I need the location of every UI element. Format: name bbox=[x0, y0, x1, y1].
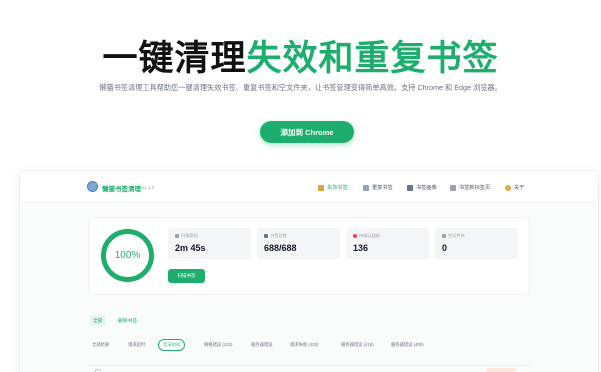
cat-icon bbox=[505, 184, 511, 191]
nav-label: 关于 bbox=[514, 185, 525, 191]
scan-summary-panel: 100% 扫描用时 2m 45s 书签总数 688/688 待确认链接 136 … bbox=[88, 217, 530, 295]
app-version: v1.4.0 bbox=[142, 185, 155, 190]
heart-icon bbox=[353, 234, 357, 238]
scan-bookmarks-button[interactable]: 扫描书签 bbox=[168, 269, 205, 283]
tab-all[interactable]: 全部 bbox=[90, 315, 106, 326]
filter-server-error-418[interactable]: 服务器错误 (418) bbox=[341, 339, 374, 351]
stat-total-bookmarks: 书签总数 688/688 bbox=[257, 228, 340, 259]
nav-about[interactable]: 关于 bbox=[505, 183, 524, 192]
tab-delete-bookmarks[interactable]: 删除书签 bbox=[118, 317, 137, 324]
app-topbar: 懒猫书签清理 v1.4.0 失效书签 重复书签 书签画像 书签新标签页 关于 bbox=[20, 171, 598, 203]
stat-value: 688/688 bbox=[264, 243, 297, 253]
stat-scan-time: 扫描用时 2m 45s bbox=[168, 228, 251, 259]
stat-empty-folders: 空文件夹 0 bbox=[435, 228, 518, 259]
nav-bookmark-profile[interactable]: 书签画像 bbox=[407, 183, 437, 192]
filter-unreachable[interactable]: 无法访问 bbox=[158, 339, 186, 351]
nav-new-tab[interactable]: 书签新标签页 bbox=[450, 183, 490, 192]
nav-invalid-bookmarks[interactable]: 失效书签 bbox=[318, 183, 348, 192]
progress-value: 100% bbox=[114, 250, 141, 261]
stat-label: 书签总数 bbox=[270, 233, 287, 238]
app-preview: 懒猫书签清理 v1.4.0 失效书签 重复书签 书签画像 书签新标签页 关于 1… bbox=[19, 170, 599, 372]
filter-all-results[interactable]: 全部结果 bbox=[92, 339, 109, 351]
stat-label: 空文件夹 bbox=[448, 233, 465, 238]
nav-label: 失效书签 bbox=[327, 185, 348, 191]
stat-label: 扫描用时 bbox=[181, 233, 198, 238]
bookmark-icon bbox=[264, 234, 268, 238]
nav-duplicate-bookmarks[interactable]: 重复书签 bbox=[363, 183, 393, 192]
hero-subtitle: 懒猫书签清理工具帮助您一键清理失效书签、重复书签和空文件夹，让书签管理变得简单高… bbox=[99, 83, 502, 92]
progress-ring: 100% bbox=[101, 229, 154, 282]
nav-label: 书签画像 bbox=[416, 185, 437, 191]
filter-timeout[interactable]: 请求超时 bbox=[128, 339, 145, 351]
stat-value: 136 bbox=[353, 243, 369, 253]
nav-label: 重复书签 bbox=[372, 185, 393, 191]
stat-label: 待确认链接 bbox=[359, 233, 380, 238]
filter-server-error[interactable]: 服务器错误 bbox=[251, 339, 272, 351]
folder-icon bbox=[442, 234, 446, 238]
nav-label: 书签新标签页 bbox=[459, 185, 491, 191]
filter-server-error-400[interactable]: 服务器错误 (400) bbox=[391, 339, 424, 351]
stat-value: 2m 45s bbox=[175, 243, 206, 253]
cat-logo-icon bbox=[87, 181, 98, 192]
add-to-chrome-button[interactable]: 添加到 Chrome bbox=[260, 121, 354, 143]
stat-pending-links: 待确认链接 136 bbox=[346, 228, 429, 259]
stat-value: 0 bbox=[442, 243, 448, 253]
hero-title-green: 失效和重复书签 bbox=[246, 39, 499, 79]
new-tab-icon bbox=[450, 184, 456, 191]
app-name: 懒猫书签清理 bbox=[102, 186, 141, 193]
broom-icon bbox=[318, 184, 324, 191]
clock-icon bbox=[175, 234, 179, 238]
status-badge bbox=[486, 368, 516, 372]
divider bbox=[88, 365, 530, 366]
bar-chart-icon bbox=[407, 184, 413, 191]
hero-title: 一键清理失效和重复书签 bbox=[0, 30, 601, 81]
filter-request-failed[interactable]: 请求失败 (403) bbox=[290, 339, 318, 351]
duplicate-icon bbox=[363, 184, 369, 191]
hero-title-dark: 一键清理 bbox=[102, 39, 247, 79]
filter-network-error[interactable]: 网络错误 (102) bbox=[204, 339, 232, 351]
